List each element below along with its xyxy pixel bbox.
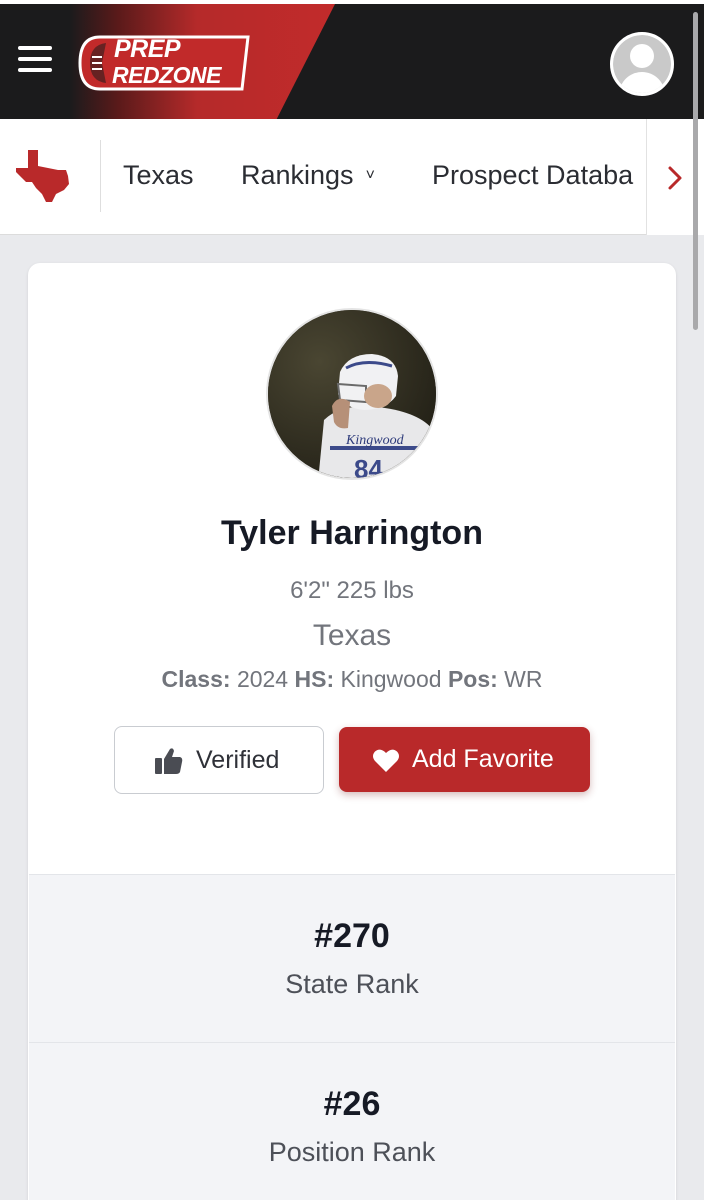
- state-rank-label: State Rank: [285, 969, 419, 999]
- hamburger-menu-icon[interactable]: [18, 44, 54, 78]
- position-rank-label: Position Rank: [268, 1137, 436, 1167]
- nav-item-rankings-label: Rankings: [241, 160, 354, 190]
- nav-item-texas[interactable]: Texas: [123, 158, 194, 192]
- state-rank-section: #270 State Rank: [29, 874, 675, 1042]
- position-rank-section: #26 Position Rank: [29, 1042, 675, 1200]
- user-avatar-icon[interactable]: [610, 32, 674, 96]
- heart-icon: [373, 749, 399, 772]
- pos-value: WR: [504, 666, 543, 692]
- player-photo-illustration: Kingwood 84: [268, 310, 436, 478]
- player-state: Texas: [312, 619, 392, 652]
- texas-map-icon[interactable]: [14, 148, 74, 204]
- site-header: PREP REDZONE: [0, 4, 704, 119]
- logo-text-redzone: REDZONE: [112, 62, 221, 88]
- add-favorite-label: Add Favorite: [412, 745, 554, 773]
- logo-text-prep: PREP: [114, 35, 181, 63]
- pos-label: Pos:: [447, 666, 498, 692]
- subnav-divider: [100, 140, 101, 212]
- jersey-script-text: Kingwood: [345, 433, 405, 448]
- player-details: Class: 2024 HS: Kingwood Pos: WR: [0, 666, 704, 693]
- class-label: Class:: [161, 666, 231, 692]
- player-name: Tyler Harrington: [221, 514, 483, 552]
- verified-label: Verified: [196, 746, 280, 774]
- class-value: 2024: [236, 666, 289, 692]
- nav-item-prospect-database[interactable]: Prospect Databa: [432, 158, 648, 192]
- page-scrollbar[interactable]: [693, 12, 698, 330]
- player-measurements: 6'2" 225 lbs: [290, 577, 414, 604]
- player-photo: Kingwood 84: [266, 308, 438, 480]
- nav-item-rankings[interactable]: Rankings ˅: [241, 158, 375, 193]
- state-rank-value: #270: [314, 917, 390, 955]
- thumbs-up-icon: [155, 748, 183, 774]
- add-favorite-button[interactable]: Add Favorite: [339, 727, 590, 792]
- hs-value: Kingwood: [340, 666, 442, 692]
- prep-redzone-logo[interactable]: PREP REDZONE: [78, 33, 250, 93]
- position-rank-value: #26: [323, 1085, 381, 1123]
- verified-button[interactable]: Verified: [114, 726, 324, 794]
- chevron-down-icon: ˅: [365, 167, 375, 184]
- hs-label: HS:: [294, 666, 335, 692]
- chevron-right-icon: [668, 166, 682, 190]
